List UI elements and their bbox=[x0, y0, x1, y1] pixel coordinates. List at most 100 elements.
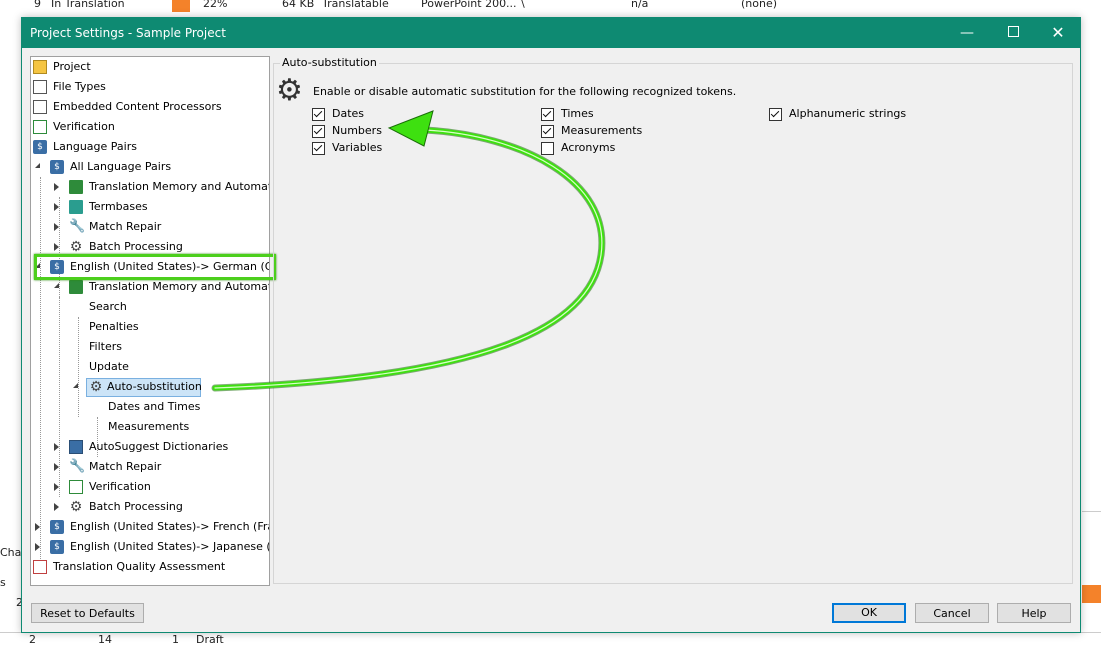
tree-item-label: Update bbox=[89, 360, 129, 373]
tree-item-label: AutoSuggest Dictionaries bbox=[89, 440, 229, 453]
file-types-icon bbox=[33, 80, 47, 94]
bg-right-orange-cell bbox=[1082, 585, 1101, 603]
bg-row-na: n/a bbox=[631, 0, 649, 10]
collapse-icon[interactable] bbox=[35, 163, 40, 168]
tree-line bbox=[59, 197, 60, 297]
tree-item-label: File Types bbox=[53, 80, 106, 93]
measurements-label: Measurements bbox=[561, 124, 643, 137]
bg-row-type: Translatable bbox=[322, 0, 389, 10]
times-checkbox[interactable] bbox=[541, 108, 554, 121]
language-pair-icon: $ bbox=[50, 160, 64, 174]
expand-icon[interactable] bbox=[54, 203, 59, 211]
group-title: Auto-substitution bbox=[280, 56, 379, 69]
expand-icon[interactable] bbox=[54, 223, 59, 231]
collapse-icon[interactable] bbox=[54, 283, 59, 288]
dates-label: Dates bbox=[332, 107, 365, 120]
reset-to-defaults-button[interactable]: Reset to Defaults bbox=[31, 603, 144, 623]
acronyms-label: Acronyms bbox=[561, 141, 616, 154]
panel-description: Enable or disable automatic substitution… bbox=[313, 85, 737, 98]
bg-progress-bar bbox=[172, 0, 190, 12]
expand-icon[interactable] bbox=[54, 183, 59, 191]
background-left-strip: Cha s 2 bbox=[0, 510, 23, 646]
help-button[interactable]: Help bbox=[997, 603, 1071, 623]
tree-item-label: Language Pairs bbox=[53, 140, 137, 153]
expand-icon[interactable] bbox=[54, 503, 59, 511]
translation-memory-icon bbox=[69, 280, 83, 294]
minimize-button[interactable]: — bbox=[944, 18, 990, 48]
project-settings-dialog: Project Settings - Sample Project — ✕ Pr… bbox=[21, 17, 1081, 633]
tree-item-label: Filters bbox=[89, 340, 122, 353]
gear-icon: ⚙ bbox=[89, 379, 103, 395]
termbase-icon bbox=[69, 200, 83, 214]
minimize-icon: — bbox=[960, 25, 974, 41]
quality-assessment-icon bbox=[33, 560, 47, 574]
acronyms-checkbox[interactable] bbox=[541, 142, 554, 155]
tree-item-label: Termbases bbox=[89, 200, 148, 213]
bg-row-status: In Translation bbox=[51, 0, 125, 10]
bg-right-divider bbox=[1082, 511, 1101, 512]
bg-row-backslash: \ bbox=[521, 0, 525, 10]
tree-item-label: Batch Processing bbox=[89, 500, 183, 513]
tree-item-label: Translation Memory and Automate bbox=[89, 280, 270, 293]
tree-line bbox=[59, 297, 60, 497]
bg-row-number: 9 bbox=[34, 0, 41, 10]
bg-row-size: 64 KB bbox=[282, 0, 315, 10]
dictionary-icon bbox=[69, 440, 83, 454]
bg-bottom-val2: 1 bbox=[172, 633, 179, 646]
bg-cha: Cha bbox=[0, 546, 22, 559]
background-grid-row: 9 In Translation 22% 64 KB Translatable … bbox=[0, 0, 1101, 18]
cancel-button[interactable]: Cancel bbox=[915, 603, 989, 623]
wrench-icon: 🔧 bbox=[69, 459, 86, 474]
alphanumeric-checkbox[interactable] bbox=[769, 108, 782, 121]
batch-processing-icon: ⚙ bbox=[69, 239, 83, 255]
tree-item-label: All Language Pairs bbox=[70, 160, 172, 173]
bg-row-percent: 22% bbox=[203, 0, 228, 10]
expand-icon[interactable] bbox=[35, 543, 40, 551]
batch-processing-icon: ⚙ bbox=[69, 499, 83, 515]
tree-item-label: English (United States)-> French (Franc bbox=[70, 520, 270, 533]
expand-icon[interactable] bbox=[35, 523, 40, 531]
collapse-icon[interactable] bbox=[73, 383, 78, 388]
expand-icon[interactable] bbox=[54, 243, 59, 251]
tree-line bbox=[40, 177, 41, 567]
tree-line bbox=[78, 317, 79, 417]
settings-tree[interactable]: Project File Types Embedded Content Proc… bbox=[30, 56, 270, 586]
language-pair-icon: $ bbox=[50, 520, 64, 534]
ok-button[interactable]: OK bbox=[832, 603, 906, 623]
verification-icon bbox=[33, 120, 47, 134]
tree-item-label: Translation Memory and Automate bbox=[89, 180, 270, 193]
bg-s: s bbox=[0, 576, 6, 589]
embedded-content-icon bbox=[33, 100, 47, 114]
measurements-checkbox[interactable] bbox=[541, 125, 554, 138]
maximize-button[interactable] bbox=[990, 18, 1036, 48]
tree-item-label: Verification bbox=[53, 120, 115, 133]
tree-item-label: Search bbox=[89, 300, 127, 313]
tree-item-label: English (United States)-> Japanese (Jap bbox=[70, 540, 270, 553]
background-bottom-row: 2 14 1 Draft bbox=[0, 632, 1101, 647]
folder-icon bbox=[33, 60, 47, 74]
auto-substitution-group bbox=[273, 63, 1073, 584]
expand-icon[interactable] bbox=[54, 463, 59, 471]
tree-item-label: Penalties bbox=[89, 320, 139, 333]
expand-icon[interactable] bbox=[54, 483, 59, 491]
variables-label: Variables bbox=[332, 141, 383, 154]
tree-item-label: Embedded Content Processors bbox=[53, 100, 222, 113]
tree-item-label: Match Repair bbox=[89, 460, 162, 473]
verification-icon bbox=[69, 480, 83, 494]
bg-row-none: (none) bbox=[741, 0, 778, 10]
bg-bottom-val: 14 bbox=[98, 633, 112, 646]
dates-checkbox[interactable] bbox=[312, 108, 325, 121]
wrench-icon: 🔧 bbox=[69, 219, 86, 234]
numbers-checkbox[interactable] bbox=[312, 125, 325, 138]
tree-item-label: Project bbox=[53, 60, 91, 73]
tree-item-label: Auto-substitution bbox=[107, 380, 202, 393]
bg-bottom-num: 2 bbox=[29, 633, 36, 646]
alphanumeric-label: Alphanumeric strings bbox=[789, 107, 907, 120]
bg-row-filetype: PowerPoint 200... bbox=[421, 0, 517, 10]
dialog-titlebar[interactable]: Project Settings - Sample Project — ✕ bbox=[22, 18, 1080, 48]
variables-checkbox[interactable] bbox=[312, 142, 325, 155]
close-button[interactable]: ✕ bbox=[1035, 18, 1081, 48]
tree-item-label: Measurements bbox=[108, 420, 190, 433]
expand-icon[interactable] bbox=[54, 443, 59, 451]
tree-item-label: Match Repair bbox=[89, 220, 162, 233]
